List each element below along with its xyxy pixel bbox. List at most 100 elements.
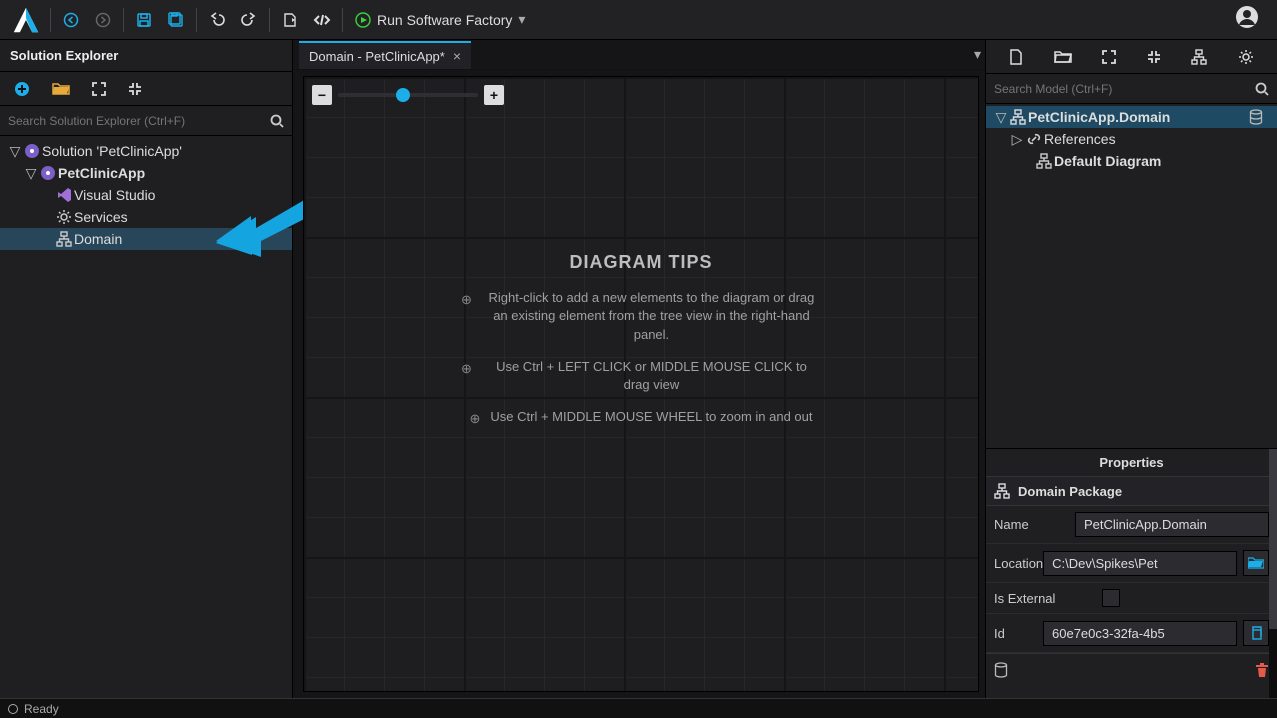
nav-forward-button[interactable]: [89, 6, 117, 34]
save-all-button[interactable]: [162, 6, 190, 34]
diagram-canvas[interactable]: − + DIAGRAM TIPS ⊕ Right-click to add a …: [303, 76, 979, 692]
expand-button[interactable]: [1102, 50, 1116, 64]
property-label: Location: [994, 556, 1043, 571]
collapse-button[interactable]: [1147, 50, 1161, 64]
status-text: Ready: [24, 702, 59, 716]
undo-button[interactable]: [203, 6, 231, 34]
tree-item-services[interactable]: Services: [0, 206, 292, 228]
tip-text: Use Ctrl + MIDDLE MOUSE WHEEL to zoom in…: [490, 408, 812, 428]
property-location-input[interactable]: [1043, 551, 1237, 576]
search-icon[interactable]: [1255, 82, 1269, 96]
collapse-button[interactable]: [128, 82, 142, 96]
new-file-button[interactable]: [1009, 49, 1023, 65]
solution-tree: ▽ Solution 'PetClinicApp' ▽ PetClinicApp…: [0, 136, 292, 698]
tab-label: Domain - PetClinicApp*: [309, 49, 445, 64]
status-indicator-icon: [8, 704, 18, 714]
settings-button[interactable]: [1238, 49, 1254, 65]
solution-explorer-panel: Solution Explorer ▽ Solution 'PetClinicA…: [0, 40, 293, 698]
property-label: Name: [994, 517, 1075, 532]
model-default-diagram-node[interactable]: Default Diagram: [986, 150, 1277, 172]
copy-id-button[interactable]: [1243, 620, 1269, 646]
database-icon: [994, 662, 1008, 678]
solution-explorer-title: Solution Explorer: [0, 40, 292, 72]
save-button[interactable]: [130, 6, 158, 34]
top-toolbar: Run Software Factory ▾: [0, 0, 1277, 40]
play-icon: [355, 12, 371, 28]
plus-circle-icon: ⊕: [461, 360, 472, 394]
tips-heading: DIAGRAM TIPS: [461, 252, 821, 273]
editor-tab-domain[interactable]: Domain - PetClinicApp* ×: [299, 41, 471, 69]
nav-back-button[interactable]: [57, 6, 85, 34]
diagram-tips: DIAGRAM TIPS ⊕ Right-click to add a new …: [461, 252, 821, 442]
tree-item-domain[interactable]: Domain: [0, 228, 292, 250]
toolbar-separator: [342, 8, 343, 32]
property-id-input[interactable]: [1043, 621, 1237, 646]
zoom-control: − +: [312, 85, 504, 105]
property-row-is-external: Is External: [986, 583, 1277, 614]
toolbar-separator: [196, 8, 197, 32]
database-icon[interactable]: [1249, 109, 1263, 125]
link-icon: [1024, 131, 1044, 147]
model-search-input[interactable]: [994, 82, 1255, 96]
plus-circle-icon: ⊕: [461, 291, 472, 344]
model-tree: ▽ PetClinicApp.Domain ▷ References Defau…: [986, 104, 1277, 448]
zoom-out-button[interactable]: −: [312, 85, 332, 105]
tree-item-visual-studio[interactable]: Visual Studio: [0, 184, 292, 206]
model-panel: ▽ PetClinicApp.Domain ▷ References Defau…: [985, 40, 1277, 698]
chevron-down-icon: ▽: [8, 143, 22, 160]
solution-search-row: [0, 106, 292, 136]
search-icon[interactable]: [270, 114, 284, 128]
run-software-factory-button[interactable]: Run Software Factory ▾: [347, 6, 533, 34]
delete-button[interactable]: [1255, 662, 1269, 678]
is-external-checkbox[interactable]: [1102, 589, 1120, 607]
code-button[interactable]: [308, 6, 336, 34]
chevron-down-icon: ▽: [994, 109, 1008, 126]
tree-project-node[interactable]: ▽ PetClinicApp: [0, 162, 292, 184]
tip-text: Use Ctrl + LEFT CLICK or MIDDLE MOUSE CL…: [482, 358, 821, 394]
tree-label: PetClinicApp.Domain: [1028, 109, 1170, 125]
app-logo-icon: [12, 6, 40, 34]
diagram-icon: [1034, 153, 1054, 169]
chevron-down-icon: ▽: [24, 165, 38, 182]
redo-button[interactable]: [235, 6, 263, 34]
solution-icon: [22, 143, 42, 159]
solution-explorer-toolbar: [0, 72, 292, 106]
model-root-node[interactable]: ▽ PetClinicApp.Domain: [986, 106, 1277, 128]
services-icon: [54, 209, 74, 225]
tree-label: Domain: [74, 231, 122, 247]
expand-button[interactable]: [92, 82, 106, 96]
open-folder-button[interactable]: [1054, 50, 1072, 64]
add-button[interactable]: [14, 81, 30, 97]
browse-folder-button[interactable]: [1243, 550, 1269, 576]
zoom-thumb[interactable]: [396, 88, 410, 102]
diagram-view-button[interactable]: [1191, 49, 1207, 65]
tree-solution-node[interactable]: ▽ Solution 'PetClinicApp': [0, 140, 292, 162]
property-name-input[interactable]: [1075, 512, 1269, 537]
tree-label: Solution 'PetClinicApp': [42, 143, 182, 159]
tree-label: Default Diagram: [1054, 153, 1161, 169]
tab-overflow-button[interactable]: ▾: [974, 46, 981, 63]
export-button[interactable]: [276, 6, 304, 34]
tree-label: Services: [74, 209, 128, 225]
run-label: Run Software Factory: [377, 12, 512, 28]
open-folder-button[interactable]: [52, 82, 70, 96]
properties-panel: Properties Domain Package Name Location …: [986, 448, 1277, 698]
zoom-in-button[interactable]: +: [484, 85, 504, 105]
toolbar-separator: [123, 8, 124, 32]
tip-text: Right-click to add a new elements to the…: [482, 289, 821, 344]
property-label: Id: [994, 626, 1043, 641]
plus-circle-icon: ⊕: [470, 410, 481, 428]
model-references-node[interactable]: ▷ References: [986, 128, 1277, 150]
zoom-slider[interactable]: [338, 93, 478, 97]
solution-search-input[interactable]: [8, 114, 270, 128]
toolbar-separator: [269, 8, 270, 32]
user-account-button[interactable]: [1235, 5, 1265, 35]
properties-title: Properties: [986, 449, 1277, 477]
chevron-right-icon: ▷: [1010, 131, 1024, 148]
properties-footer: [986, 653, 1277, 686]
property-row-location: Location: [986, 544, 1277, 583]
package-icon: [1008, 109, 1028, 125]
visual-studio-icon: [54, 187, 74, 203]
scrollbar-thumb[interactable]: [1269, 449, 1277, 629]
close-tab-button[interactable]: ×: [453, 49, 461, 63]
